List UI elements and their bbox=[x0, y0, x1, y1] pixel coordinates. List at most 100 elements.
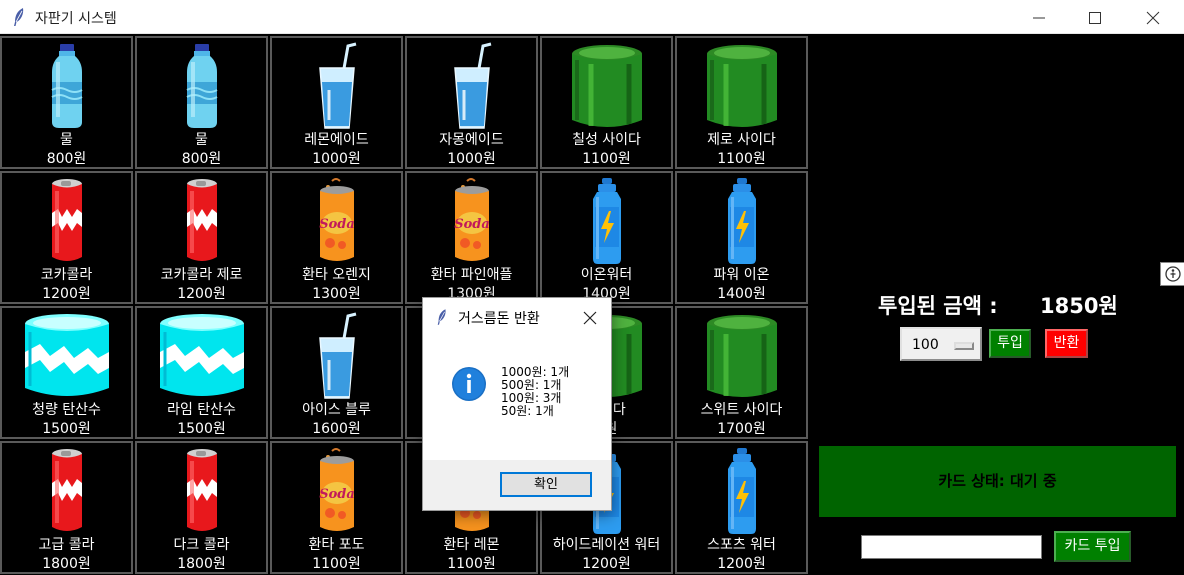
vending-machine-window: 자판기 시스템 물 800원 물 800원 레몬에이드 1000원 자몽에이드 1000원 칠성… bbox=[0, 0, 1184, 575]
product-name: 제로 사이다 bbox=[707, 132, 776, 148]
option-menu-indicator-icon bbox=[954, 342, 974, 350]
product-name: 청량 탄산수 bbox=[32, 402, 101, 418]
product-price: 800원 bbox=[181, 151, 222, 167]
product-price: 1100원 bbox=[312, 556, 361, 572]
insert-card-button[interactable]: 카드 투입 bbox=[1054, 531, 1131, 562]
svg-text:Soda: Soda bbox=[454, 217, 490, 232]
product-button[interactable]: 라임 탄산수 1500원 bbox=[135, 306, 268, 439]
product-price: 800원 bbox=[46, 151, 87, 167]
product-button[interactable]: Soda 환타 오렌지 1300원 bbox=[270, 171, 403, 304]
product-price: 1000원 bbox=[312, 151, 361, 167]
product-button[interactable]: Soda 환타 파인애플 1300원 bbox=[405, 171, 538, 304]
coin-select-value: 100 bbox=[912, 337, 939, 353]
product-button[interactable]: 물 800원 bbox=[135, 36, 268, 169]
info-icon bbox=[452, 367, 486, 401]
product-button[interactable]: 제로 사이다 1100원 bbox=[675, 36, 808, 169]
product-name: 스포츠 워터 bbox=[707, 537, 776, 553]
product-price: 1400원 bbox=[717, 286, 766, 302]
cola-can-icon bbox=[2, 177, 131, 265]
accessibility-icon[interactable] bbox=[1160, 262, 1184, 286]
product-button[interactable]: 청량 탄산수 1500원 bbox=[0, 306, 133, 439]
product-button[interactable]: 자몽에이드 1000원 bbox=[405, 36, 538, 169]
product-name: 하이드레이션 워터 bbox=[552, 537, 661, 553]
window-title: 자판기 시스템 bbox=[35, 11, 117, 27]
close-icon bbox=[583, 311, 597, 325]
water-bottle-icon bbox=[137, 42, 266, 130]
product-price: 1200원 bbox=[177, 286, 226, 302]
product-button[interactable]: 칠성 사이다 1100원 bbox=[540, 36, 673, 169]
product-button[interactable]: 코카콜라 제로 1200원 bbox=[135, 171, 268, 304]
cola-can-icon bbox=[137, 177, 266, 265]
product-button[interactable]: 고급 콜라 1800원 bbox=[0, 441, 133, 574]
soda-can-icon: Soda bbox=[407, 177, 536, 265]
minimize-icon bbox=[1033, 17, 1045, 19]
glass-with-straw-icon bbox=[407, 42, 536, 130]
product-button[interactable]: 아이스 블루 1600원 bbox=[270, 306, 403, 439]
product-name: 레몬에이드 bbox=[304, 132, 369, 148]
green-can-icon bbox=[677, 42, 806, 130]
product-name: 환타 포도 bbox=[308, 537, 365, 553]
product-button[interactable]: 스위트 사이다 1700원 bbox=[675, 306, 808, 439]
card-number-input[interactable] bbox=[861, 535, 1042, 559]
glass-with-straw-icon bbox=[272, 312, 401, 400]
product-button[interactable]: 이온워터 1400원 bbox=[540, 171, 673, 304]
close-icon bbox=[1146, 11, 1160, 25]
change-breakdown: 1000원: 1개 500원: 1개 100원: 3개 50원: 1개 bbox=[501, 366, 569, 418]
return-change-button[interactable]: 반환 bbox=[1045, 329, 1088, 358]
product-name: 이온워터 bbox=[580, 267, 633, 283]
soda-can-icon: Soda bbox=[272, 177, 401, 265]
product-price: 1500원 bbox=[42, 421, 91, 437]
product-button[interactable]: Soda 환타 포도 1100원 bbox=[270, 441, 403, 574]
product-name: 코카콜라 제로 bbox=[160, 267, 243, 283]
coin-amount-select[interactable]: 100 bbox=[900, 327, 982, 361]
soda-can-icon: Soda bbox=[272, 447, 401, 535]
product-name: 라임 탄산수 bbox=[167, 402, 236, 418]
product-price: 1100원 bbox=[717, 151, 766, 167]
cyan-can-icon bbox=[2, 312, 131, 400]
product-button[interactable]: 물 800원 bbox=[0, 36, 133, 169]
sports-bottle-icon bbox=[542, 177, 671, 265]
sports-bottle-icon bbox=[677, 177, 806, 265]
product-button[interactable]: 코카콜라 1200원 bbox=[0, 171, 133, 304]
product-price: 1300원 bbox=[312, 286, 361, 302]
inserted-amount-label: 투입된 금액 : bbox=[878, 294, 998, 318]
water-bottle-icon bbox=[2, 42, 131, 130]
product-price: 1700원 bbox=[717, 421, 766, 437]
product-button[interactable]: 스포츠 워터 1200원 bbox=[675, 441, 808, 574]
product-grid: 물 800원 물 800원 레몬에이드 1000원 자몽에이드 1000원 칠성 사이다 1100… bbox=[0, 36, 810, 575]
product-name: 고급 콜라 bbox=[38, 537, 95, 553]
maximize-button[interactable] bbox=[1072, 0, 1118, 34]
green-can-icon bbox=[542, 42, 671, 130]
dialog-footer: 확인 bbox=[423, 460, 611, 510]
title-bar: 자판기 시스템 bbox=[0, 0, 1184, 34]
ok-button[interactable]: 확인 bbox=[500, 472, 592, 497]
product-name: 파워 이온 bbox=[713, 267, 770, 283]
insert-coin-button[interactable]: 투입 bbox=[989, 329, 1031, 358]
product-price: 1100원 bbox=[447, 556, 496, 572]
feather-icon bbox=[437, 309, 446, 325]
product-name: 자몽에이드 bbox=[439, 132, 504, 148]
green-can-icon bbox=[677, 312, 806, 400]
product-button[interactable]: 다크 콜라 1800원 bbox=[135, 441, 268, 574]
product-name: 다크 콜라 bbox=[173, 537, 230, 553]
cyan-can-icon bbox=[137, 312, 266, 400]
maximize-icon bbox=[1089, 12, 1101, 24]
minimize-button[interactable] bbox=[1016, 0, 1062, 34]
glass-with-straw-icon bbox=[272, 42, 401, 130]
product-name: 칠성 사이다 bbox=[572, 132, 641, 148]
close-button[interactable] bbox=[1130, 0, 1176, 34]
svg-text:Soda: Soda bbox=[319, 217, 355, 232]
change-line: 50원: 1개 bbox=[501, 404, 554, 418]
dialog-close-button[interactable] bbox=[579, 307, 601, 329]
product-button[interactable]: 파워 이온 1400원 bbox=[675, 171, 808, 304]
cola-can-icon bbox=[2, 447, 131, 535]
product-price: 1800원 bbox=[42, 556, 91, 572]
feather-icon bbox=[14, 8, 24, 26]
change-return-dialog: 거스름돈 반환 1000원: 1개 500원: 1개 100원: 3개 50원:… bbox=[422, 297, 612, 511]
product-price: 1200원 bbox=[42, 286, 91, 302]
product-button[interactable]: 레몬에이드 1000원 bbox=[270, 36, 403, 169]
sports-bottle-icon bbox=[677, 447, 806, 535]
svg-text:Soda: Soda bbox=[319, 487, 355, 502]
product-price: 1000원 bbox=[447, 151, 496, 167]
inserted-amount-value: 1850원 bbox=[1040, 294, 1118, 318]
